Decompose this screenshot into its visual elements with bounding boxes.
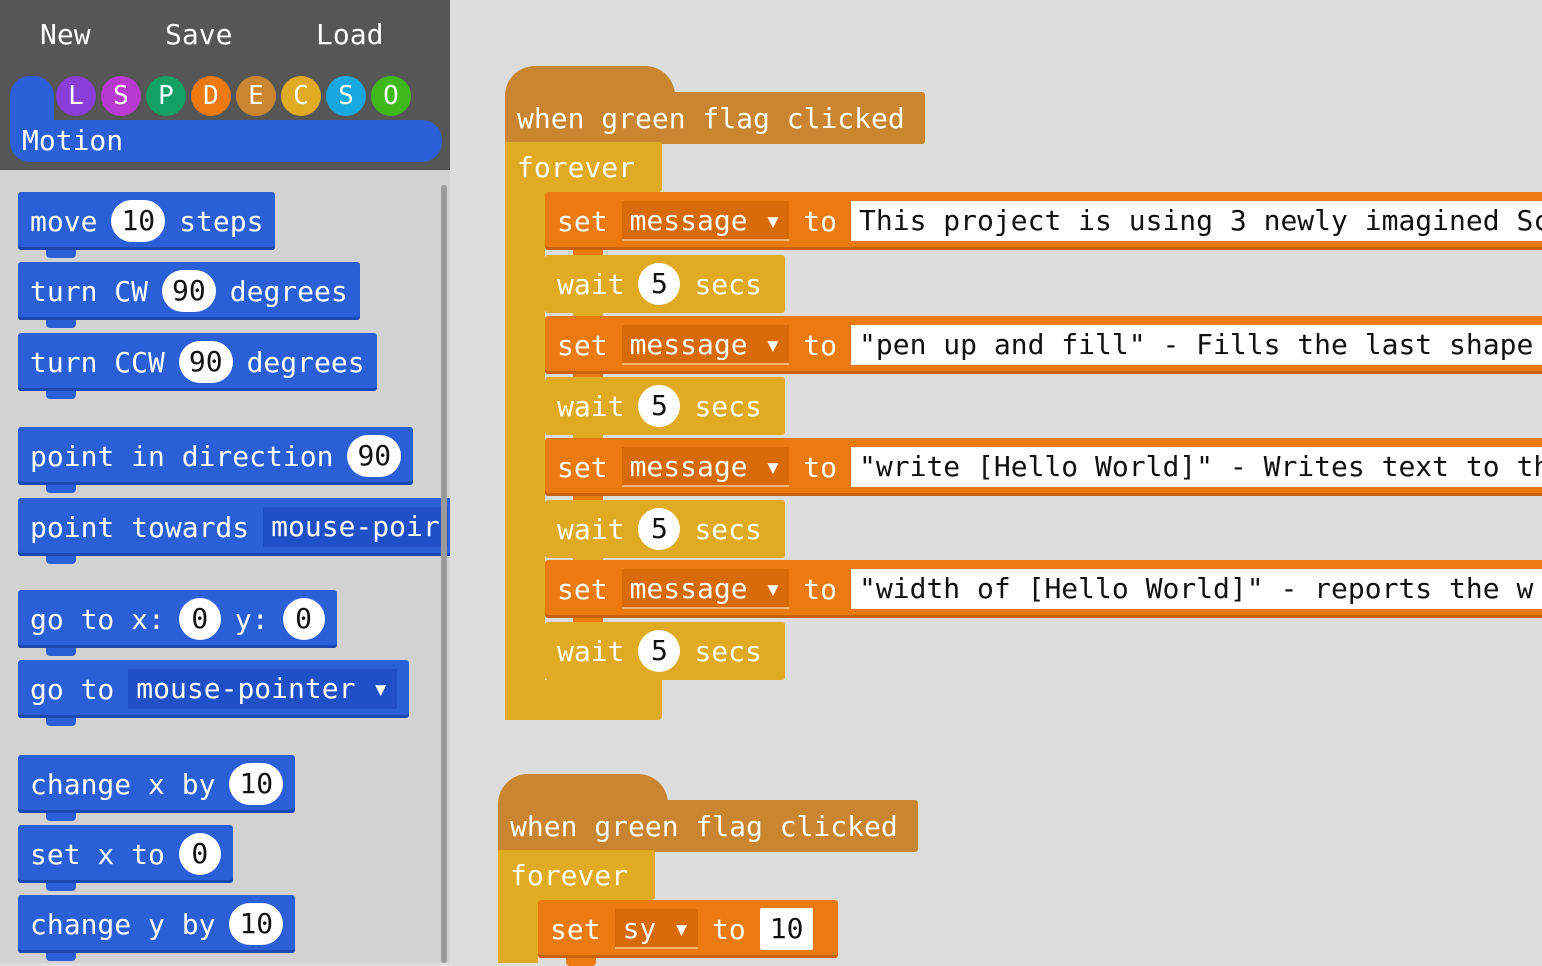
x-change-input[interactable]: 10 (229, 763, 284, 805)
label: degrees (246, 345, 365, 379)
degrees-input[interactable]: 90 (178, 341, 233, 383)
label: degrees (229, 274, 348, 308)
label: go to x: (30, 602, 165, 636)
label: to (803, 204, 838, 238)
variable-dropdown[interactable]: message ▾ (621, 325, 790, 365)
label: wait (557, 634, 625, 668)
palette-scrollbar[interactable] (441, 185, 447, 963)
message-input[interactable]: "write [Hello World]" - Writes text to t… (851, 447, 1542, 487)
label: to (803, 328, 838, 362)
category-button[interactable]: C (281, 76, 321, 116)
block-set-variable[interactable]: set message ▾ to "write [Hello World]" - Wr… (545, 438, 1542, 504)
x-input[interactable]: 0 (178, 598, 221, 640)
label: secs (694, 389, 762, 423)
block-go-to[interactable]: go to mouse-pointer ▾ (18, 660, 410, 726)
block-turn-cw[interactable]: turn CW 90 degrees (18, 262, 360, 328)
variable-dropdown[interactable]: sy ▾ (614, 909, 699, 949)
block-palette: move 10 steps turn CW 90 degrees turn CCW 90 d… (0, 170, 450, 963)
steps-input[interactable]: 10 (111, 200, 166, 242)
label: wait (557, 512, 625, 546)
save-button[interactable]: Save (165, 18, 232, 51)
seconds-input[interactable]: 5 (638, 508, 681, 550)
label: wait (557, 389, 625, 423)
category-button[interactable]: D (191, 76, 231, 116)
label: set (557, 204, 608, 238)
message-input[interactable]: "width of [Hello World]" - reports the w (851, 569, 1542, 609)
label: set (557, 328, 608, 362)
block-set-x[interactable]: set x to 0 (18, 825, 233, 891)
block-wait[interactable]: wait 5 secs (545, 500, 785, 566)
forever-block[interactable]: forever (498, 850, 655, 908)
category-motion[interactable]: Motion (10, 120, 442, 162)
message-input[interactable]: "pen up and fill" - Fills the last shape (851, 325, 1542, 365)
hat-when-flag-clicked[interactable]: when green flag clicked (498, 774, 918, 860)
y-change-input[interactable]: 10 (229, 903, 284, 945)
seconds-input[interactable]: 5 (638, 385, 681, 427)
label: turn CW (30, 274, 149, 308)
label: to (712, 912, 746, 946)
category-button[interactable]: O (371, 76, 411, 116)
label: set (557, 450, 608, 484)
label: set x to (30, 837, 165, 871)
seconds-input[interactable]: 5 (638, 630, 681, 672)
hat-when-flag-clicked[interactable]: when green flag clicked (505, 66, 925, 152)
load-button[interactable]: Load (316, 18, 383, 51)
label: secs (694, 267, 762, 301)
seconds-input[interactable]: 5 (638, 263, 681, 305)
variable-dropdown[interactable]: message ▾ (621, 447, 790, 487)
top-toolbar: New Save Load LSPDECSO Motion (0, 0, 450, 170)
value-input[interactable]: 10 (759, 908, 814, 950)
label: steps (179, 204, 264, 238)
block-wait[interactable]: wait 5 secs (545, 255, 785, 321)
label: turn CCW (30, 345, 165, 379)
block-point-towards[interactable]: point towards mouse-poir (18, 498, 450, 564)
label: change y by (30, 907, 216, 941)
target-dropdown[interactable]: mouse-poir (263, 507, 448, 547)
degrees-input[interactable]: 90 (162, 270, 216, 312)
block-change-x[interactable]: change x by 10 (18, 755, 296, 821)
block-wait[interactable]: wait 5 secs (545, 622, 785, 688)
direction-input[interactable]: 90 (347, 435, 402, 477)
block-set-variable[interactable]: set message ▾ to "pen up and fill" - Fills … (545, 316, 1542, 382)
label: to (803, 450, 838, 484)
variable-dropdown[interactable]: message ▾ (621, 201, 790, 241)
block-point-in-direction[interactable]: point in direction 90 (18, 427, 414, 493)
block-change-y[interactable]: change y by 10 (18, 895, 296, 961)
block-wait[interactable]: wait 5 secs (545, 377, 785, 443)
label: secs (694, 634, 762, 668)
new-button[interactable]: New (40, 18, 91, 51)
label: point in direction (30, 439, 334, 473)
category-button[interactable]: L (56, 76, 96, 116)
label: set (557, 572, 608, 606)
label: secs (694, 512, 762, 546)
label: to (803, 572, 838, 606)
message-input[interactable]: This project is using 3 newly imagined S… (851, 201, 1542, 241)
category-button[interactable]: S (326, 76, 366, 116)
category-tab-motion-tab[interactable] (10, 76, 54, 126)
category-button[interactable]: P (146, 76, 186, 116)
x-value-input[interactable]: 0 (178, 833, 221, 875)
block-set-variable[interactable]: set sy ▾ to 10 (538, 900, 838, 966)
block-set-variable[interactable]: set message ▾ to "width of [Hello World]" -… (545, 560, 1542, 626)
y-input[interactable]: 0 (282, 598, 325, 640)
forever-block[interactable]: forever (505, 142, 662, 200)
block-go-to-xy[interactable]: go to x: 0 y: 0 (18, 590, 337, 656)
block-move-steps[interactable]: move 10 steps (18, 192, 276, 258)
block-turn-ccw[interactable]: turn CCW 90 degrees (18, 333, 377, 399)
label: change x by (30, 767, 216, 801)
label: wait (557, 267, 625, 301)
block-set-variable[interactable]: set message ▾ to This project is using 3 ne… (545, 192, 1542, 258)
label: point towards (30, 510, 250, 544)
label: move (30, 204, 98, 238)
target-dropdown[interactable]: mouse-pointer ▾ (128, 669, 398, 709)
label: set (550, 912, 601, 946)
label: y: (234, 602, 269, 636)
label: go to (30, 672, 115, 706)
variable-dropdown[interactable]: message ▾ (621, 569, 790, 609)
category-button[interactable]: S (101, 76, 141, 116)
category-button[interactable]: E (236, 76, 276, 116)
forever-arm (505, 142, 545, 720)
